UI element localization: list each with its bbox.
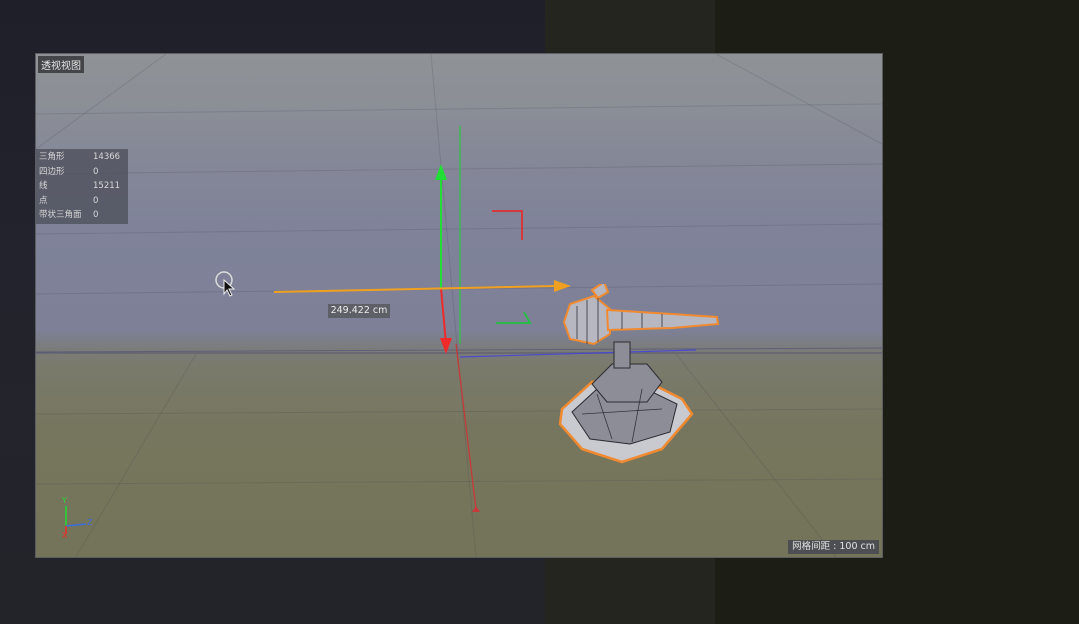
mouse-cursor-icon [215, 271, 236, 297]
grid-spacing-label: 网格间距 : 100 cm [788, 540, 879, 554]
turret-model[interactable] [552, 284, 722, 464]
gizmo-z-handle[interactable] [273, 285, 557, 293]
gizmo-xy-plane-handle[interactable] [492, 210, 523, 240]
axis-indicator-icon: Y Z X [54, 496, 94, 540]
gizmo-yz-plane-handle[interactable] [496, 311, 532, 324]
axis-label-z: X [62, 531, 68, 540]
axis-label-y: Y [62, 496, 67, 505]
gizmo-y-arrow[interactable] [435, 164, 447, 180]
gizmo-x-arrow[interactable] [440, 338, 452, 354]
axis-label-x: Z [87, 518, 93, 527]
perspective-viewport[interactable]: 透视视图 三角形 14366 四边形 0 线 15211 点 0 带状三角面 0 [35, 53, 883, 558]
gizmo-x-handle[interactable] [440, 287, 447, 345]
move-gizmo-icon[interactable] [36, 54, 882, 557]
distance-readout: 249.422 cm [328, 304, 390, 318]
